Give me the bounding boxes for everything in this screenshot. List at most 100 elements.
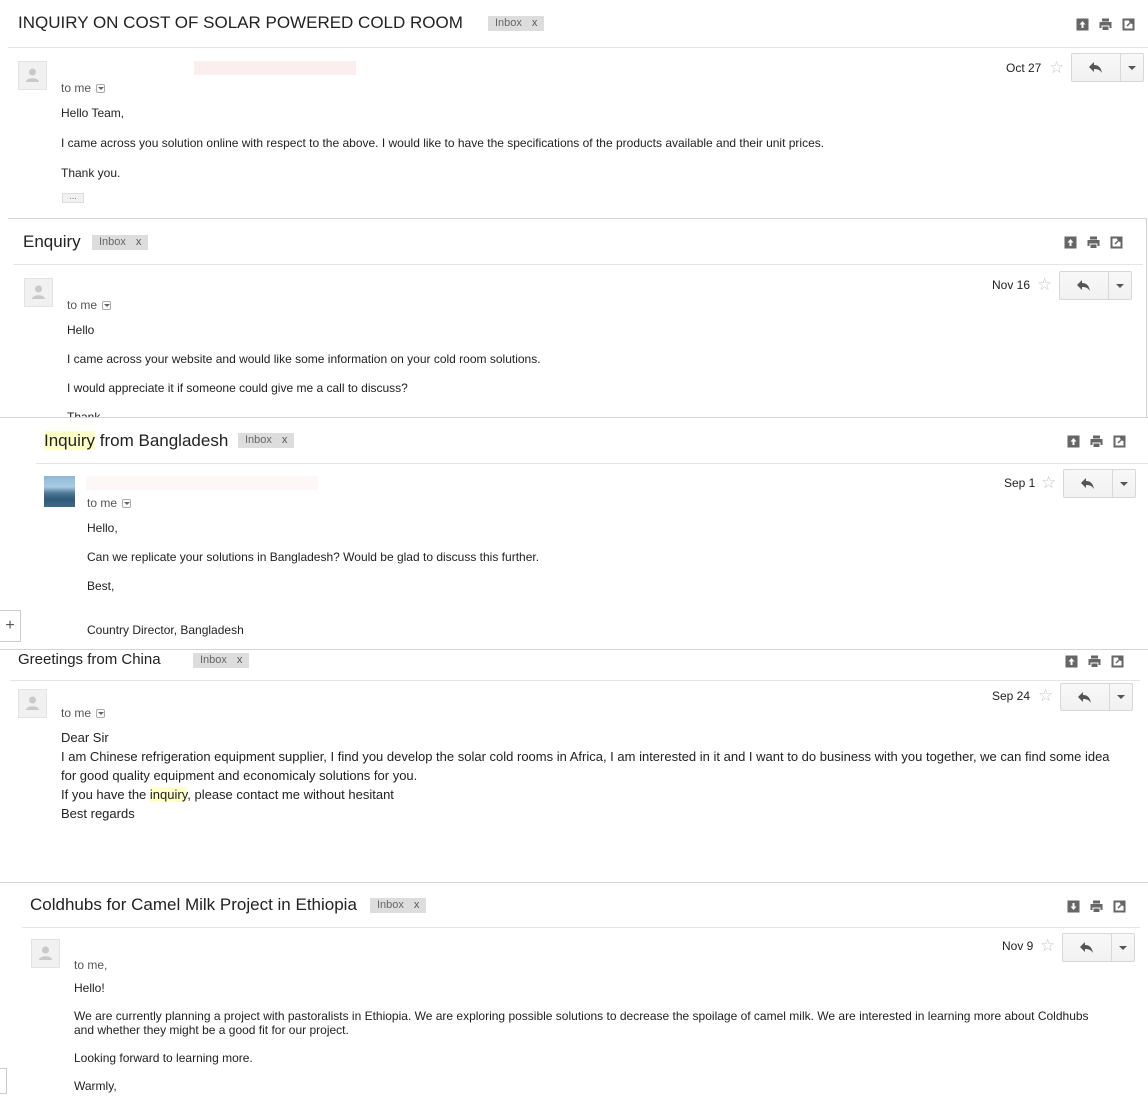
- reply-button-group: [1071, 53, 1144, 82]
- print-icon[interactable]: [1087, 236, 1100, 249]
- print-icon[interactable]: [1090, 435, 1103, 448]
- recipient-summary[interactable]: to me: [67, 298, 112, 312]
- show-details-icon[interactable]: [96, 708, 106, 718]
- more-options-button[interactable]: [1110, 684, 1132, 710]
- reply-button-group: [1063, 469, 1136, 498]
- show-trimmed-content-button[interactable]: ...: [62, 192, 84, 203]
- print-icon[interactable]: [1090, 900, 1103, 913]
- body-line: I would appreciate it if someone could g…: [67, 381, 408, 395]
- inbox-label-badge[interactable]: Inbox x: [370, 898, 427, 913]
- email-panel-3: Inquiry from Bangladesh Inbox x to me Se…: [0, 417, 1148, 650]
- email-subject: Greetings from China: [18, 651, 161, 668]
- label-text: Inbox: [99, 236, 126, 248]
- more-options-button[interactable]: [1113, 470, 1135, 497]
- move-to-inbox-icon[interactable]: [1067, 900, 1080, 913]
- reply-button[interactable]: [1061, 684, 1110, 710]
- archive-icon[interactable]: [1076, 18, 1089, 31]
- body-line: Hello Team,: [61, 106, 125, 120]
- email-panel-5: Coldhubs for Camel Milk Project in Ethio…: [0, 882, 1148, 1109]
- inbox-label-badge[interactable]: Inbox x: [193, 653, 250, 668]
- remove-label-icon[interactable]: x: [136, 235, 142, 250]
- subject-highlight: Inquiry: [44, 431, 96, 450]
- archive-icon[interactable]: [1065, 655, 1078, 668]
- label-text: Inbox: [377, 899, 404, 911]
- show-details-icon[interactable]: [96, 83, 106, 93]
- reply-button[interactable]: [1072, 54, 1121, 81]
- remove-label-icon[interactable]: x: [532, 16, 538, 31]
- star-icon[interactable]: ☆: [1038, 687, 1053, 704]
- body-line: Warmly,: [74, 1079, 117, 1093]
- remove-label-icon[interactable]: x: [237, 653, 243, 668]
- label-text: Inbox: [495, 17, 522, 29]
- show-details-icon[interactable]: [102, 300, 112, 310]
- star-icon[interactable]: ☆: [1040, 937, 1055, 954]
- star-icon[interactable]: ☆: [1037, 276, 1052, 293]
- new-window-icon[interactable]: [1111, 655, 1124, 668]
- thread-actions: [1067, 900, 1126, 913]
- email-panel-2: Enquiry Inbox x to me Nov 16 ☆ Hello I c…: [8, 218, 1147, 418]
- to-me-text: to me: [87, 496, 118, 510]
- new-window-icon[interactable]: [1113, 435, 1126, 448]
- print-icon[interactable]: [1088, 655, 1101, 668]
- inbox-label-badge[interactable]: Inbox x: [238, 433, 295, 448]
- label-text: Inbox: [200, 654, 227, 666]
- more-options-button[interactable]: [1121, 54, 1143, 81]
- archive-icon[interactable]: [1067, 435, 1080, 448]
- recipient-summary[interactable]: to me,: [74, 958, 107, 972]
- star-icon[interactable]: ☆: [1041, 474, 1056, 491]
- new-window-icon[interactable]: [1110, 236, 1123, 249]
- email-body: Hello Team, I came across you solution o…: [61, 105, 1121, 181]
- email-body: Hello, Can we replicate your solutions i…: [87, 520, 1127, 638]
- star-icon[interactable]: ☆: [1049, 59, 1064, 76]
- email-date: Nov 9: [1002, 939, 1034, 953]
- email-body: Hello I came across your website and wou…: [67, 322, 1127, 418]
- to-me-text: to me: [67, 298, 98, 312]
- email-panel-1: INQUIRY ON COST OF SOLAR POWERED COLD RO…: [8, 0, 1148, 218]
- thread-actions: [1067, 435, 1126, 448]
- new-window-icon[interactable]: [1113, 900, 1126, 913]
- more-caret-icon: [1128, 65, 1136, 70]
- reply-icon: [1081, 478, 1094, 489]
- email-date: Nov 16: [992, 278, 1031, 292]
- redacted-sender: [194, 61, 356, 75]
- reply-button[interactable]: [1064, 470, 1113, 497]
- body-line: Country Director, Bangladesh: [87, 623, 244, 637]
- side-plus-button[interactable]: +: [0, 610, 21, 642]
- more-options-button[interactable]: [1109, 272, 1131, 299]
- side-edge: [0, 1068, 7, 1094]
- inbox-label-badge[interactable]: Inbox x: [92, 235, 149, 250]
- reply-icon: [1078, 691, 1091, 703]
- body-line: I am Chinese refrigeration equipment sup…: [61, 749, 1110, 783]
- label-text: Inbox: [245, 434, 272, 446]
- inbox-label-badge[interactable]: Inbox x: [488, 16, 545, 31]
- recipient-summary[interactable]: to me: [61, 81, 106, 95]
- to-me-text: to me,: [74, 958, 108, 972]
- email-date: Sep 1: [1004, 476, 1036, 490]
- body-line: Hello!: [74, 981, 105, 995]
- body-line: I came across you solution online with r…: [61, 136, 825, 150]
- sender-avatar: [31, 939, 60, 968]
- new-window-icon[interactable]: [1122, 18, 1135, 31]
- more-options-button[interactable]: [1112, 934, 1134, 961]
- email-panel-4: Greetings from China Inbox x to me Sep 2…: [0, 649, 1148, 880]
- sender-avatar: [18, 61, 47, 90]
- redacted-sender: [86, 476, 318, 490]
- to-me-text: to me: [61, 81, 92, 95]
- body-line: Best,: [87, 579, 115, 593]
- remove-label-icon[interactable]: x: [282, 433, 288, 448]
- remove-label-icon[interactable]: x: [414, 898, 420, 913]
- print-icon[interactable]: [1099, 18, 1112, 31]
- recipient-summary[interactable]: to me: [87, 496, 132, 510]
- subject-text: from Bangladesh: [95, 431, 229, 450]
- body-line: Looking forward to learning more.: [74, 1051, 253, 1065]
- show-details-icon[interactable]: [122, 498, 132, 508]
- thread-actions: [1065, 655, 1124, 668]
- sender-photo: [44, 476, 75, 507]
- reply-icon: [1089, 62, 1102, 73]
- archive-icon[interactable]: [1064, 236, 1077, 249]
- recipient-summary[interactable]: to me: [61, 706, 106, 720]
- highlighted-word: inquiry: [149, 787, 188, 802]
- reply-button[interactable]: [1060, 272, 1109, 299]
- email-date: Oct 27: [1006, 61, 1042, 75]
- reply-button[interactable]: [1063, 934, 1112, 961]
